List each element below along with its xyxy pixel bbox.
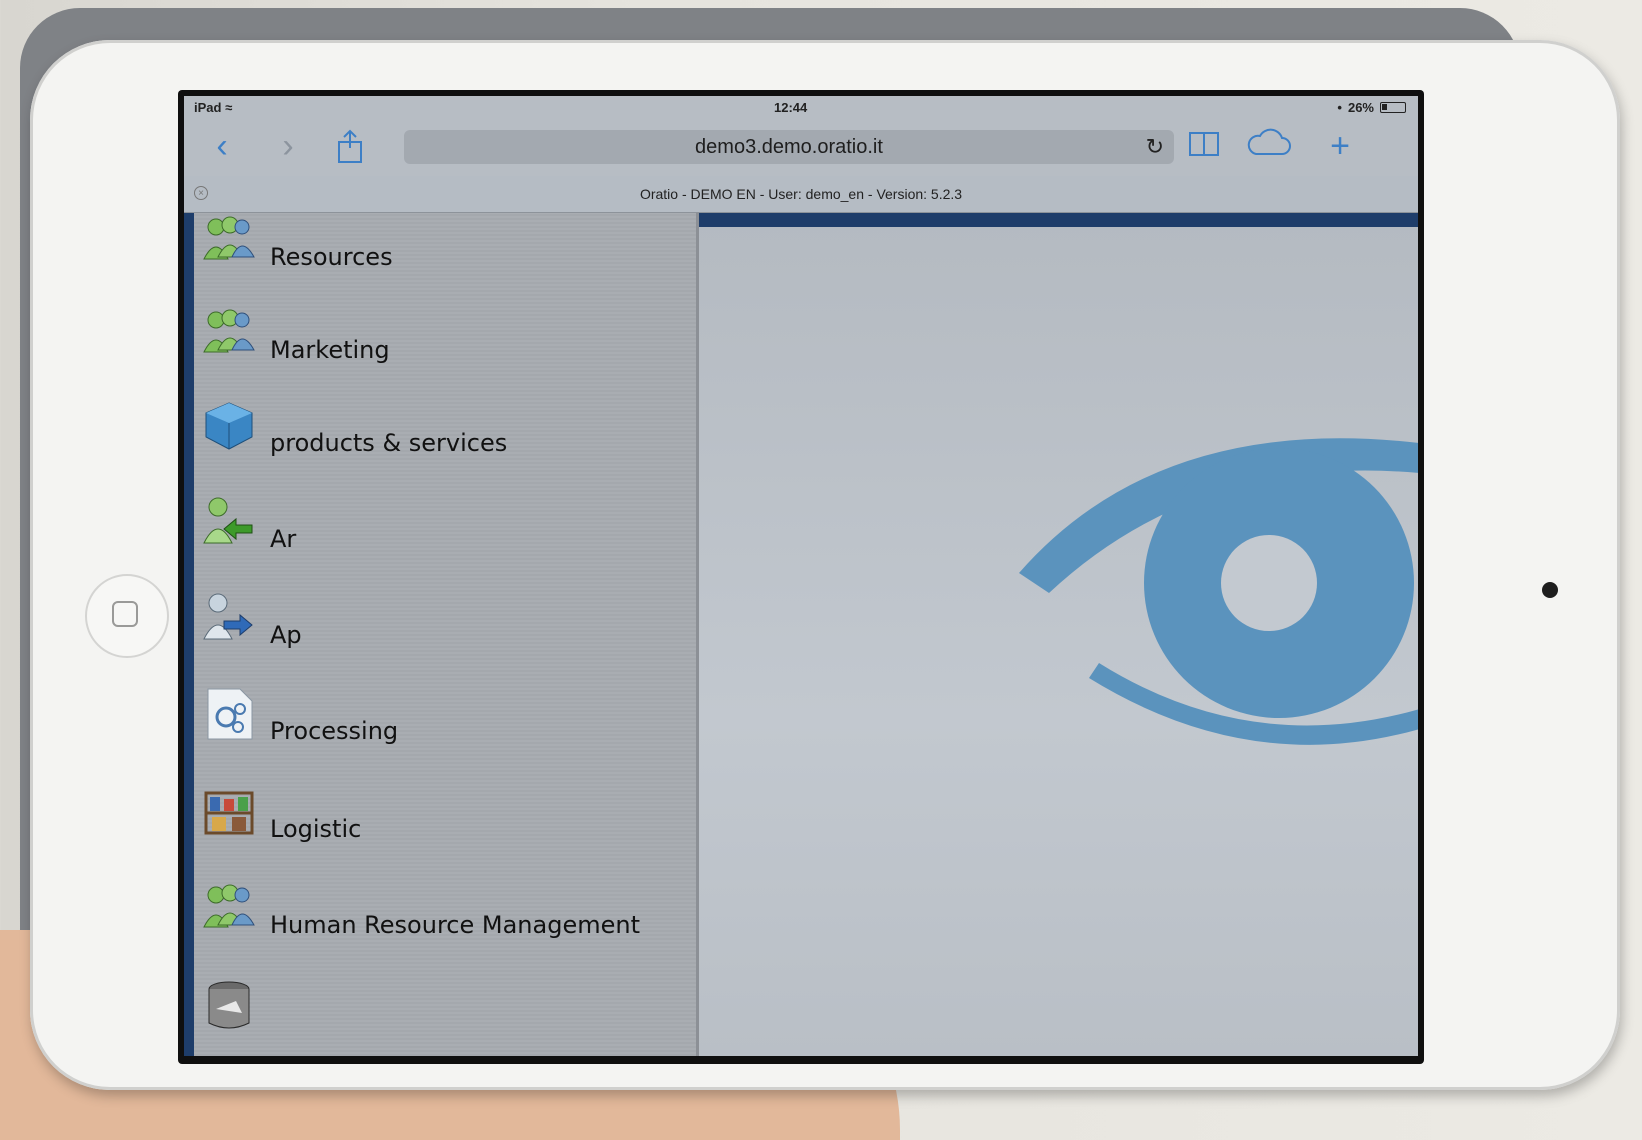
url-text: demo3.demo.oratio.it (695, 136, 883, 158)
status-time: 12:44 (774, 100, 808, 115)
bluetooth-icon: • (1337, 100, 1342, 115)
banner-title: Oratio - DEMO EN - User: demo_en - Versi… (639, 186, 963, 202)
menu-item-processing[interactable]: Processing (202, 687, 682, 777)
menu-item-marketing[interactable]: Marketing (202, 306, 682, 396)
eye-logo-icon (1019, 438, 1418, 745)
menu-item-ar[interactable]: Ar (202, 495, 682, 585)
menu-label: Ar (270, 525, 297, 553)
cloud-icon[interactable] (1244, 128, 1294, 164)
shelves-icon (204, 791, 254, 835)
app-banner: × Oratio - DEMO EN - User: demo_en - Ver… (184, 176, 1418, 213)
menu-label: Resources (270, 243, 393, 271)
main-content (699, 213, 1418, 1056)
menu-item-human-resource-management[interactable]: Human Resource Management (202, 881, 682, 971)
reload-icon[interactable]: ↻ (1146, 130, 1164, 164)
book-icon[interactable] (1184, 128, 1224, 164)
camera-icon (1542, 582, 1558, 598)
screen-content: iPad ≈ 12:44 • 26% ‹ › demo3.demo.oratio… (184, 96, 1418, 1056)
plus-icon[interactable]: + (1320, 128, 1360, 164)
browser-toolbar: ‹ › demo3.demo.oratio.it ↻ + (184, 118, 1418, 176)
battery-percent: 26% (1347, 100, 1374, 115)
sidebar-menu: Resources Marketing products & services … (184, 213, 699, 1056)
device-name: iPad (194, 100, 222, 115)
people-icon (203, 216, 255, 260)
people-icon (203, 884, 255, 928)
share-icon[interactable] (330, 128, 370, 164)
forward-chevron-icon[interactable]: › (268, 128, 308, 164)
menu-label: Human Resource Management (270, 911, 640, 939)
cube-icon (205, 402, 253, 450)
screen: iPad ≈ 12:44 • 26% ‹ › demo3.demo.oratio… (178, 90, 1424, 1064)
menu-label: products & services (270, 429, 508, 457)
person-arrow-in-icon (203, 497, 253, 544)
wifi-icon: ≈ (225, 100, 233, 115)
url-bar[interactable]: demo3.demo.oratio.it ↻ (404, 130, 1174, 164)
database-icon (208, 981, 250, 1029)
home-button[interactable] (85, 574, 169, 658)
menu-label: Marketing (270, 336, 390, 364)
home-square-icon (112, 601, 138, 627)
status-bar: iPad ≈ 12:44 • 26% (184, 96, 1418, 118)
menu-label: Logistic (270, 815, 362, 843)
menu-item-products-services[interactable]: products & services (202, 399, 682, 489)
sidebar-accent (184, 213, 194, 1056)
status-right: • 26% (1337, 100, 1406, 115)
battery-icon (1380, 102, 1406, 113)
status-device: iPad ≈ (194, 100, 232, 115)
menu-label: Processing (270, 717, 399, 745)
menu-item-ap[interactable]: Ap (202, 591, 682, 681)
person-arrow-out-icon (203, 593, 253, 640)
back-chevron-icon[interactable]: ‹ (202, 128, 242, 164)
menu-item-resources[interactable]: Resources (202, 213, 682, 303)
people-icon (203, 309, 255, 353)
menu-item-logistic[interactable]: Logistic (202, 785, 682, 875)
gears-document-icon (207, 688, 253, 740)
menu-item-database[interactable] (202, 979, 682, 1056)
content-header-bar (699, 213, 1418, 227)
menu-label: Ap (270, 621, 302, 649)
